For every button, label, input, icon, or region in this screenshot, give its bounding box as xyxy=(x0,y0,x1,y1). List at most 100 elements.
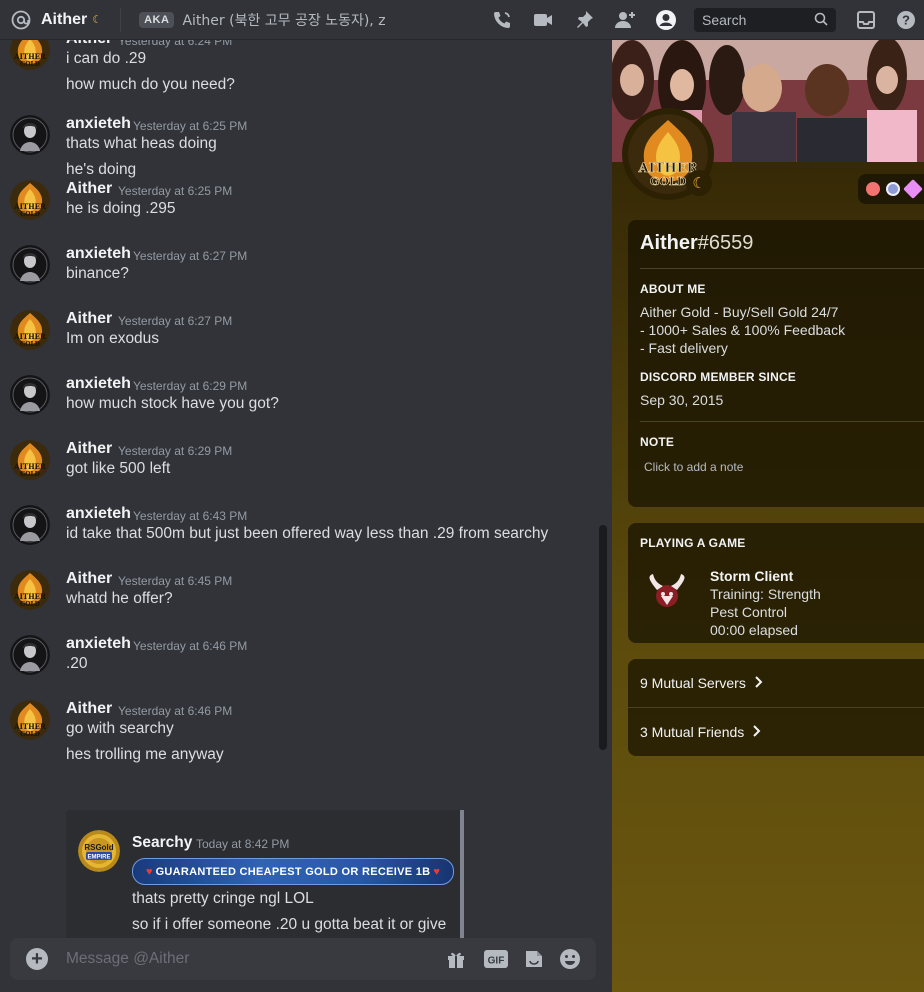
message-author[interactable]: Aither xyxy=(66,570,112,588)
boost-badge-icon[interactable] xyxy=(903,179,923,199)
note-input[interactable]: Click to add a note xyxy=(644,460,743,474)
mutual-friends-link[interactable]: 3 Mutual Friends xyxy=(640,724,762,740)
anxieteh-avatar[interactable] xyxy=(10,635,50,675)
aka-badge: AKA xyxy=(139,11,175,28)
message-timestamp: Yesterday at 6:27 PM xyxy=(118,314,233,328)
message-group: anxieteh Yesterday at 6:43 PM id take that… xyxy=(0,505,600,561)
video-call-icon[interactable] xyxy=(531,8,555,32)
anxieteh-avatar[interactable] xyxy=(10,375,50,415)
aither-avatar[interactable]: AITHER GOLD xyxy=(10,700,50,740)
message-group: AITHER GOLD Aither Yesterday at 6:29 PM got … xyxy=(0,440,600,496)
message-timestamp: Yesterday at 6:29 PM xyxy=(133,379,248,393)
nitro-badge-icon[interactable] xyxy=(886,182,900,196)
gif-picker-icon[interactable]: GIF xyxy=(484,947,508,971)
message-author[interactable]: anxieteh xyxy=(66,115,131,133)
svg-text:GOLD: GOLD xyxy=(20,731,40,738)
sticker-icon[interactable] xyxy=(522,947,546,971)
message-timestamp: Yesterday at 6:24 PM xyxy=(118,40,233,48)
message-author[interactable]: anxieteh xyxy=(66,245,131,263)
svg-text:GOLD: GOLD xyxy=(20,211,40,218)
message-text: he is doing .295 xyxy=(66,200,176,217)
embed-message-line: so if i offer someone .20 u gotta beat i… xyxy=(132,916,447,933)
voice-call-icon[interactable] xyxy=(490,8,514,32)
message-composer[interactable]: + Message @Aither GIF xyxy=(10,938,596,980)
aither-avatar[interactable]: AITHER GOLD xyxy=(10,570,50,610)
message-timestamp: Yesterday at 6:46 PM xyxy=(133,639,248,653)
header-divider xyxy=(120,7,122,32)
message-author[interactable]: Aither xyxy=(66,440,112,458)
search-input[interactable]: Search xyxy=(694,8,836,32)
message-input-placeholder[interactable]: Message @Aither xyxy=(66,950,189,968)
mutual-servers-label: 9 Mutual Servers xyxy=(640,675,746,691)
aither-avatar[interactable]: AITHER GOLD xyxy=(10,310,50,350)
message-text: whatd he offer? xyxy=(66,590,173,607)
add-attachment-icon[interactable]: + xyxy=(26,948,48,970)
message-group: anxieteh Yesterday at 6:29 PM how much sto… xyxy=(0,375,600,431)
message-text: how much do you need? xyxy=(66,76,235,93)
profile-username-block: Aither#6559 xyxy=(640,232,753,255)
gif-label: GIF xyxy=(488,956,505,967)
message-author[interactable]: anxieteh xyxy=(66,635,131,653)
pin-icon[interactable] xyxy=(572,8,596,32)
anxieteh-avatar[interactable] xyxy=(10,505,50,545)
message-text: Im on exodus xyxy=(66,330,160,347)
message-author[interactable]: Aither xyxy=(66,700,112,718)
top-bar: Aither ☾ AKA Aither (북한 고무 공장 노동자), z Se… xyxy=(0,0,924,40)
game-icon xyxy=(642,569,692,619)
message-author[interactable]: Aither xyxy=(66,180,112,198)
searchy-avatar[interactable]: RSGold EMPIRE xyxy=(78,830,120,872)
svg-text:AITHER: AITHER xyxy=(13,202,46,211)
embed-author[interactable]: Searchy xyxy=(132,834,192,852)
header-toolbar: Search ? xyxy=(473,0,924,40)
about-me-line: Aither Gold - Buy/Sell Gold 24/7 xyxy=(640,304,839,320)
note-heading: NOTE xyxy=(640,435,675,449)
help-icon[interactable]: ? xyxy=(894,8,918,32)
message-group: anxieteh Yesterday at 6:27 PM binance? xyxy=(0,245,600,301)
svg-text:GOLD: GOLD xyxy=(20,341,40,348)
message-text: binance? xyxy=(66,265,129,282)
aither-avatar[interactable]: AITHER GOLD xyxy=(10,180,50,220)
message-group: anxieteh Yesterday at 6:46 PM .20 xyxy=(0,635,600,691)
embed-message-line: thats pretty cringe ngl LOL xyxy=(132,890,314,907)
message-text: .20 xyxy=(66,655,88,672)
at-sign-icon xyxy=(10,9,32,31)
mutual-servers-link[interactable]: 9 Mutual Servers xyxy=(640,675,764,691)
activity-heading: PLAYING A GAME xyxy=(640,536,746,550)
about-me-heading: ABOUT ME xyxy=(640,282,706,296)
svg-text:EMPIRE: EMPIRE xyxy=(87,855,110,861)
add-friends-to-dm-icon[interactable] xyxy=(613,8,637,32)
message-author[interactable]: Aither xyxy=(66,310,112,328)
svg-text:RSGold: RSGold xyxy=(84,843,113,852)
message-group: AITHERGOLD Aither Yesterday at 6:24 PM i ca… xyxy=(0,40,600,112)
user-profile-panel: AITHER GOLD ☾ Aither#6559 ABOUT ME Aither… xyxy=(612,40,924,992)
svg-text:GOLD: GOLD xyxy=(20,471,40,478)
chat-area: AITHERGOLDAitherYesterday at 6:24 PMi ca… xyxy=(0,40,612,992)
dm-recipient-name[interactable]: Aither xyxy=(41,11,87,29)
message-timestamp: Yesterday at 6:25 PM xyxy=(118,184,233,198)
heart-icon: ♥ xyxy=(433,865,440,878)
aither-avatar[interactable]: AITHER GOLD xyxy=(10,40,50,70)
message-text: id take that 500m but just been offered … xyxy=(66,525,549,542)
about-me-line: - Fast delivery xyxy=(640,340,728,356)
message-author[interactable]: Aither xyxy=(66,40,112,48)
inbox-icon[interactable] xyxy=(854,8,878,32)
hypesquad-badge-icon[interactable] xyxy=(866,182,880,196)
idle-moon-icon: ☾ xyxy=(92,14,103,26)
heart-icon: ♥ xyxy=(146,865,153,878)
aither-avatar[interactable]: AITHER GOLD xyxy=(10,440,50,480)
message-author[interactable]: anxieteh xyxy=(66,505,131,523)
emoji-picker-icon[interactable] xyxy=(558,947,582,971)
game-elapsed: 00:00 elapsed xyxy=(710,622,798,638)
chat-scrollbar[interactable] xyxy=(599,525,607,750)
anxieteh-avatar[interactable] xyxy=(10,115,50,155)
game-detail: Pest Control xyxy=(710,604,788,620)
aka-names: Aither (북한 고무 공장 노동자), z xyxy=(182,12,386,29)
user-profile-toggle-icon[interactable] xyxy=(654,8,678,32)
message-author[interactable]: anxieteh xyxy=(66,375,131,393)
gift-icon[interactable] xyxy=(444,947,468,971)
profile-discriminator: #6559 xyxy=(697,232,754,254)
message-timestamp: Yesterday at 6:29 PM xyxy=(118,444,233,458)
message-text: hes trolling me anyway xyxy=(66,746,224,763)
promo-banner-text: GUARANTEED CHEAPEST GOLD OR RECEIVE 1B xyxy=(155,865,431,878)
anxieteh-avatar[interactable] xyxy=(10,245,50,285)
